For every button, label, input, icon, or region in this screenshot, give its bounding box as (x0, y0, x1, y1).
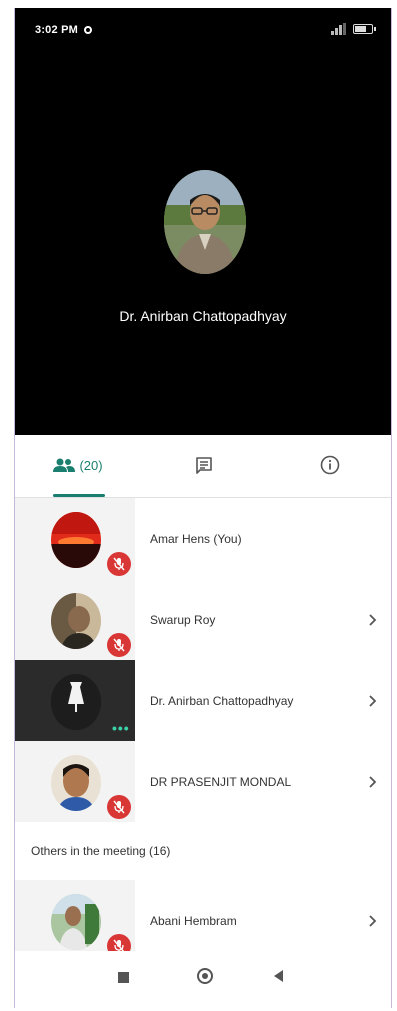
list-item[interactable]: Abani Hembram (15, 880, 391, 961)
list-item[interactable]: ••• Dr. Anirban Chattopadhyay (15, 660, 391, 741)
location-icon (83, 26, 92, 34)
main-participant-name: Dr. Anirban Chattopadhyay (119, 308, 287, 324)
participant-thumbnail (15, 880, 135, 961)
list-item[interactable]: DR PRASENJIT MONDAL (15, 741, 391, 822)
speaking-indicator: ••• (112, 720, 130, 736)
participant-name: DR PRASENJIT MONDAL (150, 774, 292, 789)
chevron-right-icon[interactable] (369, 579, 377, 660)
system-nav-bar (15, 951, 391, 1008)
mic-off-icon (107, 552, 131, 576)
mic-off-icon (107, 795, 131, 819)
chevron-right-icon[interactable] (369, 660, 377, 741)
chat-icon (196, 457, 212, 474)
participant-name: Abani Hembram (150, 913, 237, 928)
participant-thumbnail: ••• (15, 660, 135, 741)
tab-bar: (20) (15, 435, 391, 498)
list-item[interactable]: Amar Hens (You) (15, 498, 391, 579)
status-bar: 3:02 PM (35, 24, 92, 36)
status-icons (331, 23, 376, 35)
tab-underline (53, 494, 105, 497)
participant-name: Dr. Anirban Chattopadhyay (150, 693, 294, 708)
app-frame: 3:02 PM Dr. Anirban Chattopadhyay (20) A… (14, 8, 392, 1008)
list-item[interactable]: Swarup Roy (15, 579, 391, 660)
info-icon (320, 455, 340, 475)
participant-thumbnail (15, 741, 135, 822)
people-count: (20) (79, 457, 103, 473)
avatar (51, 894, 101, 950)
main-video-area[interactable]: 3:02 PM Dr. Anirban Chattopadhyay (15, 8, 391, 435)
others-section-header: Others in the meeting (16) (31, 844, 171, 858)
signal-icon (331, 23, 347, 35)
participant-name: Amar Hens (You) (150, 531, 242, 546)
chevron-right-icon[interactable] (369, 741, 377, 822)
avatar (51, 674, 101, 730)
participant-thumbnail (15, 579, 135, 660)
avatar (51, 512, 101, 568)
tab-people[interactable]: (20) (15, 435, 141, 497)
main-participant-avatar (164, 170, 246, 274)
avatar (51, 593, 101, 649)
tab-chat[interactable] (141, 435, 267, 495)
participant-list: Amar Hens (You) Swarup Roy ••• Dr. Anirb… (15, 498, 391, 961)
people-icon (53, 458, 76, 472)
recents-button[interactable] (118, 972, 129, 983)
status-time: 3:02 PM (35, 24, 78, 36)
participant-thumbnail (15, 498, 135, 579)
tab-info[interactable] (267, 435, 391, 495)
avatar (51, 755, 101, 811)
chevron-right-icon[interactable] (369, 880, 377, 961)
mic-off-icon (107, 633, 131, 657)
home-button[interactable] (197, 968, 213, 984)
battery-icon (353, 24, 376, 34)
back-button[interactable] (274, 970, 283, 982)
participant-name: Swarup Roy (150, 612, 216, 627)
